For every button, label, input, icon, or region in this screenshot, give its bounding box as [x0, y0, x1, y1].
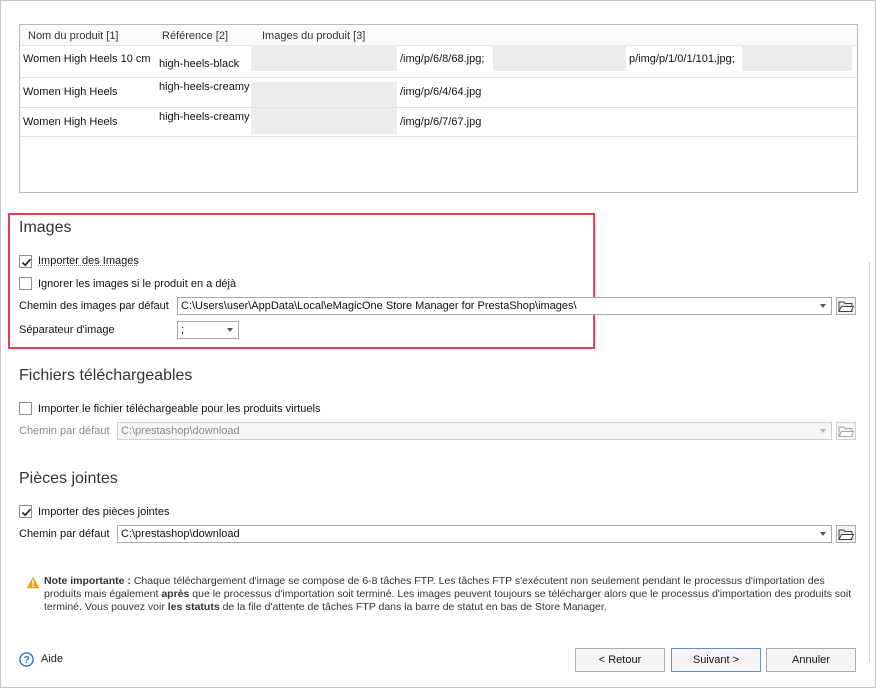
attachments-path-label: Chemin par défaut: [19, 528, 110, 540]
blurred-region: [251, 82, 397, 107]
back-button[interactable]: < Retour: [575, 648, 665, 672]
cell-image-path: /img/p/6/4/64.jpg: [400, 86, 482, 98]
downloads-path-value: C:\prestashop\download: [121, 425, 240, 437]
cell-product-name: Women High Heels 10 cm: [23, 53, 151, 65]
column-header-name[interactable]: Nom du produit [1]: [28, 30, 119, 42]
table-row[interactable]: Women High Heels high-heels-creamy /img/…: [20, 108, 857, 137]
blurred-region: [493, 45, 626, 71]
blurred-region: [742, 45, 852, 71]
section-title-downloads: Fichiers téléchargeables: [19, 367, 193, 384]
cell-reference: high-heels-creamy: [159, 81, 250, 93]
images-path-combobox[interactable]: C:\Users\user\AppData\Local\eMagicOne St…: [177, 297, 832, 315]
downloads-path-combobox[interactable]: C:\prestashop\download: [117, 422, 832, 440]
cell-image-path: /img/p/6/7/67.jpg: [400, 116, 482, 128]
import-attachments-label[interactable]: Importer des pièces jointes: [38, 506, 169, 518]
ignore-images-checkbox[interactable]: [19, 277, 32, 290]
note-bold: les statuts: [167, 601, 220, 613]
chevron-down-icon[interactable]: [820, 304, 826, 308]
help-icon: ?: [19, 652, 34, 667]
ignore-images-label[interactable]: Ignorer les images si le produit en a dé…: [38, 278, 236, 290]
next-button[interactable]: Suivant >: [671, 648, 761, 672]
separator-value: ;: [181, 324, 185, 336]
folder-open-icon[interactable]: [836, 525, 856, 543]
cell-image-path: /img/p/6/8/68.jpg;: [400, 53, 485, 65]
folder-open-icon[interactable]: [836, 297, 856, 315]
section-title-images: Images: [19, 219, 72, 236]
import-downloads-label[interactable]: Importer le fichier téléchargeable pour …: [38, 403, 320, 415]
table-row[interactable]: Women High Heels 10 cm high-heels-black …: [20, 45, 857, 78]
separator-combobox[interactable]: ;: [177, 321, 239, 339]
note-heading: Note importante :: [44, 575, 131, 587]
import-images-checkbox[interactable]: [19, 255, 32, 268]
import-images-label[interactable]: Importer des Images: [38, 255, 139, 267]
cell-product-name: Women High Heels: [23, 116, 118, 128]
images-path-label: Chemin des images par défaut: [19, 300, 169, 312]
cell-product-name: Women High Heels: [23, 86, 118, 98]
checkmark-icon: [21, 258, 32, 267]
attachments-path-value: C:\prestashop\download: [121, 528, 240, 540]
separator-label: Séparateur d'image: [19, 324, 115, 336]
note-text: de la file d'attente de tâches FTP dans …: [219, 601, 607, 613]
section-title-attachments: Pièces jointes: [19, 470, 118, 487]
help-label[interactable]: Aide: [41, 653, 63, 665]
downloads-path-label: Chemin par défaut: [19, 425, 110, 437]
chevron-down-icon[interactable]: [227, 328, 233, 332]
scrollbar-track[interactable]: [869, 262, 870, 662]
import-attachments-checkbox[interactable]: [19, 505, 32, 518]
attachments-path-combobox[interactable]: C:\prestashop\download: [117, 525, 832, 543]
blurred-region: [251, 45, 397, 71]
folder-open-icon[interactable]: [836, 422, 856, 440]
checkmark-icon: [21, 508, 32, 517]
important-note: Note importante : Chaque téléchargement …: [44, 575, 856, 614]
warning-icon: [26, 576, 40, 589]
column-header-reference[interactable]: Référence [2]: [162, 30, 228, 42]
blurred-region: [251, 108, 397, 134]
cell-reference: high-heels-black: [159, 58, 240, 70]
chevron-down-icon[interactable]: [820, 532, 826, 536]
import-downloads-checkbox[interactable]: [19, 402, 32, 415]
cancel-button[interactable]: Annuler: [766, 648, 856, 672]
cell-reference: high-heels-creamy: [159, 111, 250, 123]
cell-image-path: p/img/p/1/0/1/101.jpg;: [629, 53, 735, 65]
images-path-value: C:\Users\user\AppData\Local\eMagicOne St…: [181, 300, 577, 312]
svg-text:?: ?: [23, 655, 29, 666]
product-preview-grid[interactable]: Nom du produit [1] Référence [2] Images …: [19, 24, 858, 193]
table-row[interactable]: Women High Heels high-heels-creamy /img/…: [20, 78, 857, 108]
chevron-down-icon[interactable]: [820, 429, 826, 433]
note-bold: après: [161, 588, 190, 600]
grid-header: Nom du produit [1] Référence [2] Images …: [20, 25, 857, 46]
column-header-images[interactable]: Images du produit [3]: [262, 30, 365, 42]
